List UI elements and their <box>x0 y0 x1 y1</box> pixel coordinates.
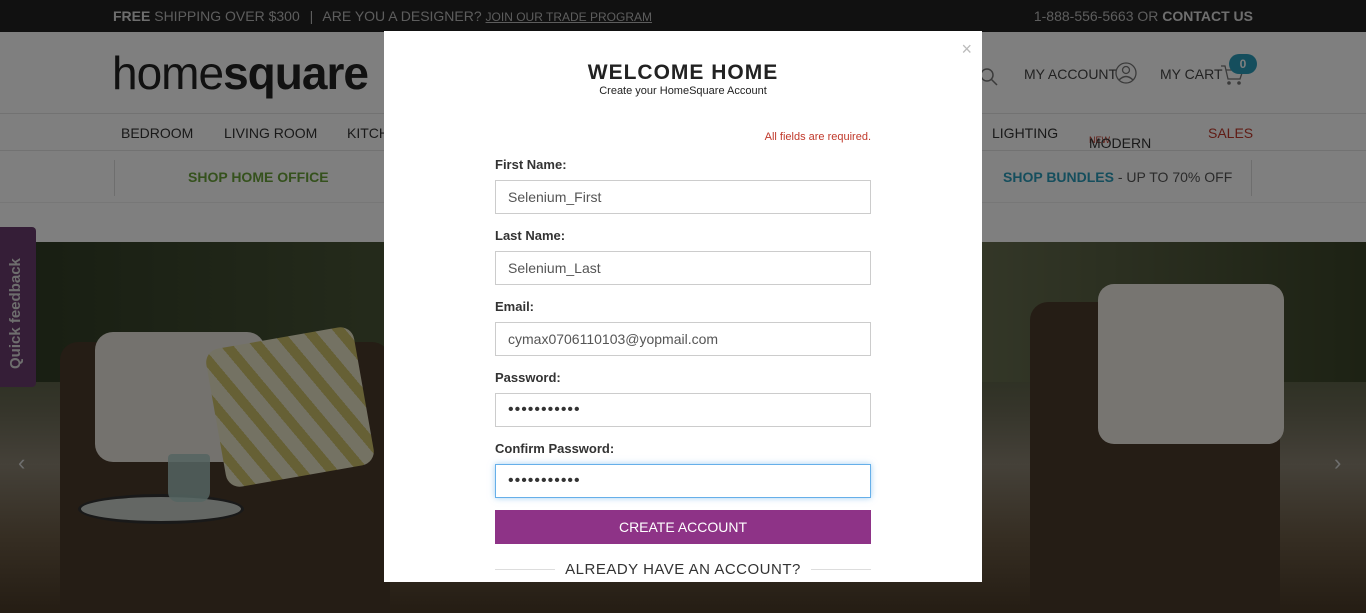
password-label: Password: <box>495 370 561 385</box>
already-have-account-text: ALREADY HAVE AN ACCOUNT? <box>565 561 801 578</box>
email-field[interactable] <box>495 322 871 356</box>
first-name-field[interactable] <box>495 180 871 214</box>
confirm-password-label: Confirm Password: <box>495 441 615 456</box>
modal-subtitle: Create your HomeSquare Account <box>599 85 767 97</box>
password-field[interactable] <box>495 393 871 427</box>
already-have-account: ALREADY HAVE AN ACCOUNT? <box>495 559 871 579</box>
last-name-label: Last Name: <box>495 228 566 243</box>
close-icon[interactable]: × <box>961 39 972 60</box>
required-note: All fields are required. <box>764 131 871 143</box>
confirm-password-field[interactable] <box>495 464 871 498</box>
email-label: Email: <box>495 299 535 314</box>
first-name-label: First Name: <box>495 157 567 172</box>
create-account-button[interactable]: CREATE ACCOUNT <box>495 510 871 544</box>
modal-title: WELCOME HOME <box>587 61 779 84</box>
create-account-modal: × WELCOME HOME Create your HomeSquare Ac… <box>384 31 982 582</box>
last-name-field[interactable] <box>495 251 871 285</box>
